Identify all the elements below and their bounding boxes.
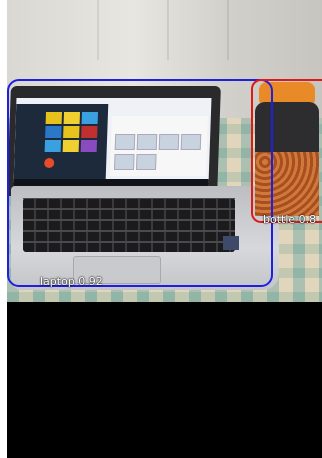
black-padding [7, 302, 322, 458]
laptop-detection-box [7, 79, 273, 287]
image-frame: laptop 0.92 bottle 0.8 [7, 0, 322, 458]
curtain-fold [227, 0, 229, 60]
curtain-fold [97, 0, 99, 60]
photo: laptop 0.92 bottle 0.8 [7, 0, 322, 302]
laptop-detection-label: laptop 0.92 [40, 275, 103, 288]
bottle-detection-box [251, 79, 322, 223]
bottle-detection-label: bottle 0.8 [263, 213, 317, 226]
curtain-fold [167, 0, 169, 60]
